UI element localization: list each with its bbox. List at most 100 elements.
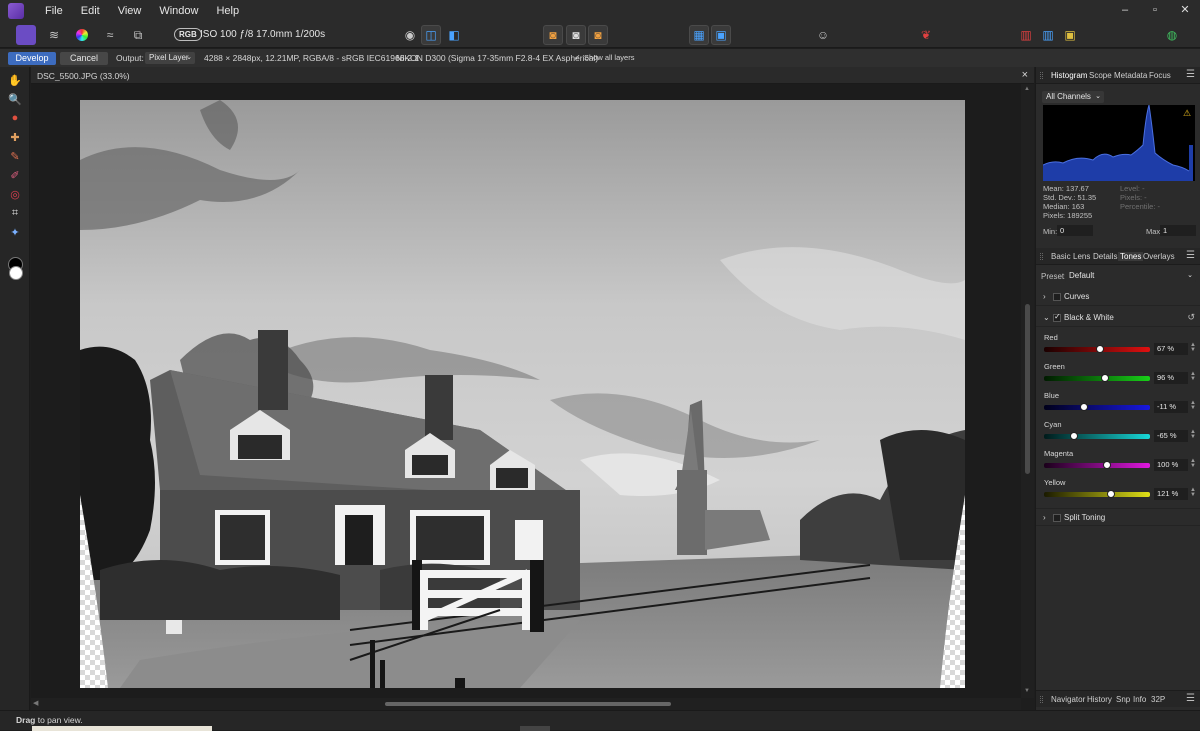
panel-grip-icon[interactable] — [1040, 72, 1043, 79]
red-eye-tool-icon[interactable]: ● — [7, 110, 23, 126]
overlay-paint-tool-icon[interactable]: ✎ — [7, 148, 23, 164]
tab-32p[interactable]: 32P — [1151, 695, 1165, 704]
preset-select[interactable]: Default ⌄ — [1065, 270, 1196, 282]
panel-grip-icon[interactable] — [1040, 696, 1043, 703]
vertical-scrollbar[interactable]: ▲ ▼ — [1021, 84, 1034, 698]
slider-value-magenta[interactable]: 100 % — [1154, 459, 1188, 471]
bw-checkbox[interactable] — [1053, 312, 1061, 322]
slider-green[interactable] — [1044, 374, 1150, 382]
slider-value-green[interactable]: 96 % — [1154, 372, 1188, 384]
split-toning-section[interactable]: › Split Toning — [1036, 508, 1200, 526]
spinner-icon[interactable]: ▲ ▼ — [1190, 487, 1196, 498]
show-layers-checkbox[interactable]: ✓ — [574, 53, 581, 62]
panel-grip-icon[interactable] — [1040, 253, 1043, 260]
tab-overlays[interactable]: Overlays — [1143, 252, 1175, 261]
scroll-up-icon[interactable]: ▲ — [1024, 86, 1030, 92]
after-icon[interactable]: ▣ — [711, 25, 731, 45]
horizontal-scrollbar[interactable]: ◀ — [31, 698, 1021, 710]
slider-value-red[interactable]: 67 % — [1154, 343, 1188, 355]
chevron-down-icon[interactable]: ⌄ — [1043, 313, 1050, 322]
scroll-left-icon[interactable]: ◀ — [33, 699, 38, 707]
tab-lens[interactable]: Lens — [1073, 252, 1090, 261]
spinner-icon[interactable]: ▲ ▼ — [1190, 371, 1196, 382]
develop-button[interactable]: Develop — [8, 52, 56, 65]
spinner-icon[interactable]: ▲ ▼ — [1190, 429, 1196, 440]
menu-file[interactable]: File — [36, 5, 72, 17]
minimize-button[interactable]: – — [1110, 0, 1140, 20]
red-eye-icon[interactable]: ❦ — [916, 25, 936, 45]
clipping-shadows-icon[interactable]: ◙ — [543, 25, 563, 45]
menu-help[interactable]: Help — [207, 5, 248, 17]
tab-tones[interactable]: Tones — [1118, 252, 1144, 261]
menu-view[interactable]: View — [109, 5, 151, 17]
tab-focus[interactable]: Focus — [1149, 71, 1171, 80]
max-input[interactable]: 1 — [1160, 225, 1196, 236]
liquify-persona-icon[interactable]: ≋ — [44, 25, 64, 45]
spinner-icon[interactable]: ▲ ▼ — [1190, 400, 1196, 411]
tab-metadata[interactable]: Metadata — [1114, 71, 1147, 80]
overlay-erase-tool-icon[interactable]: ✐ — [7, 167, 23, 183]
channel-blue-icon[interactable]: ▥ — [1038, 25, 1058, 45]
photo-persona-icon[interactable] — [16, 25, 36, 45]
close-window-button[interactable]: ✕ — [1170, 0, 1200, 20]
menu-edit[interactable]: Edit — [72, 5, 109, 17]
zoom-tool-icon[interactable]: 🔍 — [7, 91, 23, 107]
panel-menu-icon[interactable]: ☰ — [1186, 693, 1195, 704]
maximize-button[interactable]: ▫ — [1140, 0, 1170, 20]
slider-yellow[interactable] — [1044, 490, 1150, 498]
channels-select[interactable]: All Channels ⌄ — [1042, 91, 1104, 103]
gradient-tool-icon[interactable]: ◎ — [7, 186, 23, 202]
slider-handle[interactable] — [1102, 461, 1111, 469]
primary-color-swatch[interactable] — [9, 266, 23, 280]
reset-icon[interactable]: ↺ — [1187, 312, 1195, 323]
panel-menu-icon[interactable]: ☰ — [1186, 69, 1195, 80]
tab-histogram[interactable]: Histogram — [1051, 71, 1087, 80]
tone-mapping-persona-icon[interactable]: ≈ — [100, 25, 120, 45]
hand-tool-icon[interactable]: ✋ — [7, 72, 23, 88]
clipping-midtones-icon[interactable]: ◙ — [566, 25, 586, 45]
tab-navigator[interactable]: Navigator — [1051, 695, 1085, 704]
split-toning-checkbox[interactable] — [1053, 514, 1061, 522]
scroll-down-icon[interactable]: ▼ — [1024, 688, 1030, 694]
before-icon[interactable]: ▦ — [689, 25, 709, 45]
tab-basic[interactable]: Basic — [1051, 252, 1071, 261]
crop-tool-icon[interactable]: ⌗ — [7, 205, 23, 221]
bw-section[interactable]: ⌄ Black & White ↺ — [1036, 309, 1200, 327]
tab-history[interactable]: History — [1087, 695, 1112, 704]
assistant-icon[interactable]: ☺ — [813, 25, 833, 45]
view-icon[interactable]: ◉ — [400, 25, 420, 45]
output-select[interactable]: Pixel Layer ⌄ — [145, 52, 195, 64]
slider-blue[interactable] — [1044, 403, 1150, 411]
slider-handle[interactable] — [1101, 374, 1110, 382]
channel-red-icon[interactable]: ▥ — [1016, 25, 1036, 45]
menu-window[interactable]: Window — [150, 5, 207, 17]
curves-section[interactable]: › Curves — [1036, 288, 1200, 306]
tab-scope[interactable]: Scope — [1089, 71, 1112, 80]
slider-value-blue[interactable]: -11 % — [1154, 401, 1188, 413]
tab-details[interactable]: Details — [1093, 252, 1117, 261]
slider-value-cyan[interactable]: -65 % — [1154, 430, 1188, 442]
curves-checkbox[interactable] — [1053, 293, 1061, 301]
blemish-tool-icon[interactable]: ✚ — [7, 129, 23, 145]
develop-persona-icon[interactable] — [72, 25, 92, 45]
tab-info[interactable]: Info — [1133, 695, 1146, 704]
close-document-icon[interactable]: × — [1022, 69, 1028, 81]
tab-snapshots[interactable]: Snp — [1116, 695, 1130, 704]
panel-menu-icon[interactable]: ☰ — [1186, 250, 1195, 261]
chevron-right-icon[interactable]: › — [1043, 513, 1046, 522]
chevron-right-icon[interactable]: › — [1043, 292, 1046, 301]
clipping-highlights-icon[interactable]: ◙ — [588, 25, 608, 45]
white-balance-tool-icon[interactable]: ✦ — [7, 224, 23, 240]
slider-handle[interactable] — [1080, 403, 1089, 411]
slider-red[interactable] — [1044, 345, 1150, 353]
min-input[interactable]: 0 — [1057, 225, 1093, 236]
channel-yellow-icon[interactable]: ▣ — [1060, 25, 1080, 45]
spinner-icon[interactable]: ▲ ▼ — [1190, 342, 1196, 353]
export-persona-icon[interactable]: ⧉ — [128, 25, 148, 45]
slider-cyan[interactable] — [1044, 432, 1150, 440]
split-view-icon[interactable]: ◫ — [421, 25, 441, 45]
cancel-button[interactable]: Cancel — [60, 52, 108, 65]
slider-value-yellow[interactable]: 121 % — [1154, 488, 1188, 500]
mirror-view-icon[interactable]: ◧ — [444, 25, 464, 45]
account-icon[interactable]: ◍ — [1162, 25, 1182, 45]
